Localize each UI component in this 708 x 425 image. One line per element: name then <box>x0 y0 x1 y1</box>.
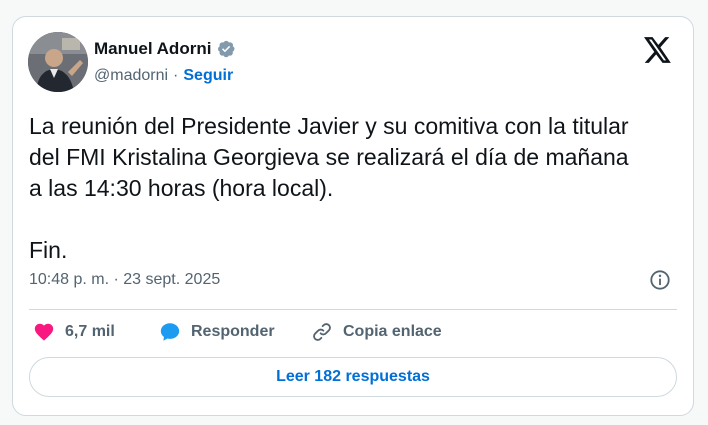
tweet-card: Manuel Adorni @madorni · Seguir La reuni… <box>12 16 694 416</box>
heart-icon <box>34 323 54 341</box>
read-replies-label: Leer 182 respuestas <box>276 368 430 385</box>
speech-bubble-icon <box>160 323 180 341</box>
reply-label: Responder <box>191 323 275 340</box>
verified-badge-icon <box>218 40 235 58</box>
author-name-row[interactable]: Manuel Adorni <box>94 39 236 59</box>
reply-button[interactable]: Responder <box>159 321 275 343</box>
copy-link-button[interactable]: Copia enlace <box>311 321 442 343</box>
like-button[interactable]: 6,7 mil <box>33 321 115 343</box>
tweet-timestamp[interactable]: 10:48 p. m. · 23 sept. 2025 <box>29 271 220 289</box>
avatar[interactable] <box>28 32 88 92</box>
like-count: 6,7 mil <box>65 323 115 340</box>
follow-button[interactable]: Seguir <box>183 67 233 85</box>
info-icon[interactable] <box>649 269 671 291</box>
author-handle[interactable]: @madorni <box>94 67 168 85</box>
avatar-photo <box>28 32 88 92</box>
separator-dot: · <box>173 67 179 84</box>
link-icon <box>313 323 331 341</box>
copy-link-label: Copia enlace <box>343 323 442 340</box>
divider <box>29 309 677 310</box>
tweet-text: La reunión del Presidente Javier y su co… <box>29 113 629 263</box>
x-logo-icon[interactable] <box>644 37 672 63</box>
handle-row: @madorni · Seguir <box>94 67 233 85</box>
author-name[interactable]: Manuel Adorni <box>94 39 211 59</box>
read-replies-button[interactable]: Leer 182 respuestas <box>29 357 677 397</box>
